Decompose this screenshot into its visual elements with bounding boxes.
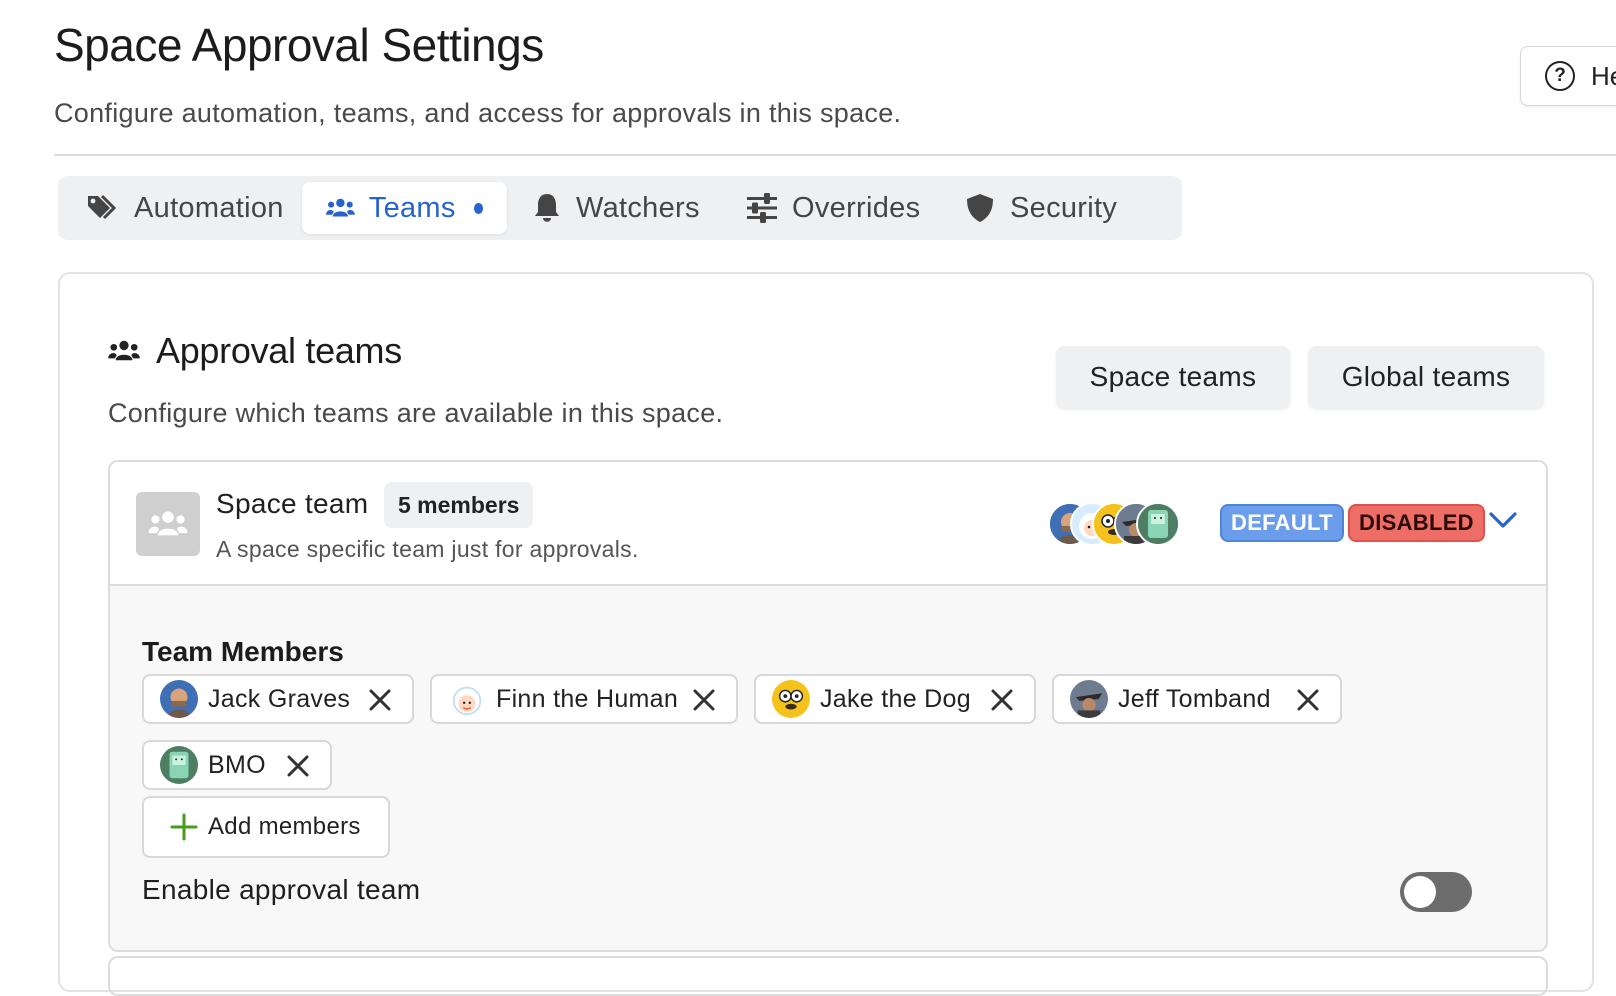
page-title: Space Approval Settings	[54, 19, 544, 71]
add-members-button[interactable]: Add members	[142, 796, 390, 858]
team-description: A space specific team just for approvals…	[216, 536, 639, 562]
enable-approval-team-toggle[interactable]	[1400, 872, 1472, 912]
users-icon	[108, 340, 140, 361]
avatar	[1136, 502, 1180, 546]
tab-overrides[interactable]: Overrides	[746, 182, 920, 234]
sliders-icon	[747, 193, 777, 223]
global-teams-button[interactable]: Global teams	[1308, 346, 1544, 408]
help-button[interactable]: ? Help	[1520, 46, 1616, 106]
question-icon: ?	[1545, 61, 1575, 91]
member-chip-jake-the-dog: Jake the Dog	[754, 674, 1036, 724]
team-header[interactable]: Space team 5 members A space specific te…	[110, 462, 1546, 586]
toggle-knob	[1404, 876, 1436, 908]
close-icon[interactable]	[1296, 688, 1320, 712]
close-icon[interactable]	[692, 688, 716, 712]
avatar	[448, 680, 486, 718]
member-name: Jack Graves	[208, 684, 351, 713]
close-icon[interactable]	[368, 688, 392, 712]
tab-security-label: Security	[1010, 191, 1118, 224]
page-subtitle: Configure automation, teams, and access …	[54, 98, 902, 128]
member-chip-jeff-tomband: Jeff Tomband	[1052, 674, 1342, 724]
users-icon	[326, 198, 355, 217]
shield-icon	[967, 194, 993, 222]
tab-teams-label: Teams	[368, 191, 456, 224]
section-header: Approval teams	[108, 330, 402, 372]
tags-icon	[88, 194, 117, 220]
default-tag: DEFAULT	[1220, 504, 1344, 542]
enable-approval-team-label: Enable approval team	[142, 874, 421, 905]
space-teams-button[interactable]: Space teams	[1056, 346, 1290, 408]
tab-overrides-label: Overrides	[792, 191, 921, 224]
next-team-panel	[108, 956, 1548, 996]
member-chip-bmo: BMO	[142, 740, 332, 790]
users-icon	[148, 511, 188, 536]
avatar	[160, 680, 198, 718]
bell-icon	[535, 194, 559, 222]
add-members-label: Add members	[208, 813, 361, 840]
team-details: Team Members Jack Graves Finn the Human …	[110, 586, 1546, 950]
team-name: Space team	[216, 488, 369, 519]
members-count-badge: 5 members	[384, 482, 534, 528]
avatar	[160, 746, 198, 784]
member-name: BMO	[208, 750, 266, 779]
help-button-label: Help	[1591, 60, 1616, 91]
tab-watchers[interactable]: Watchers	[532, 182, 700, 234]
member-name: Finn the Human	[496, 684, 679, 713]
avatar	[772, 680, 810, 718]
member-chip-finn-the-human: Finn the Human	[430, 674, 738, 724]
team-avatar	[136, 492, 200, 556]
tab-teams[interactable]: Teams	[302, 182, 507, 234]
section-title: Approval teams	[156, 330, 402, 371]
close-icon[interactable]	[286, 754, 310, 778]
chevron-down-icon[interactable]	[1488, 510, 1518, 530]
member-name: Jeff Tomband	[1118, 684, 1271, 713]
disabled-tag: DISABLED	[1348, 504, 1485, 542]
tab-automation[interactable]: Automation	[86, 182, 284, 234]
settings-tabs: Automation Teams Watchers Overrides Secu…	[58, 176, 1182, 240]
close-icon[interactable]	[990, 688, 1014, 712]
tab-automation-label: Automation	[134, 191, 284, 224]
plus-icon	[170, 813, 198, 841]
avatar	[1070, 680, 1108, 718]
tab-security[interactable]: Security	[964, 182, 1117, 234]
tab-watchers-label: Watchers	[576, 191, 700, 224]
member-avatar-stack	[1048, 502, 1208, 546]
team-members-heading: Team Members	[142, 636, 344, 667]
tab-teams-indicator	[473, 202, 483, 214]
section-description: Configure which teams are available in t…	[108, 398, 724, 428]
header-divider	[54, 154, 1616, 156]
member-chip-jack-graves: Jack Graves	[142, 674, 414, 724]
team-panel: Space team 5 members A space specific te…	[108, 460, 1548, 952]
member-name: Jake the Dog	[820, 684, 971, 713]
